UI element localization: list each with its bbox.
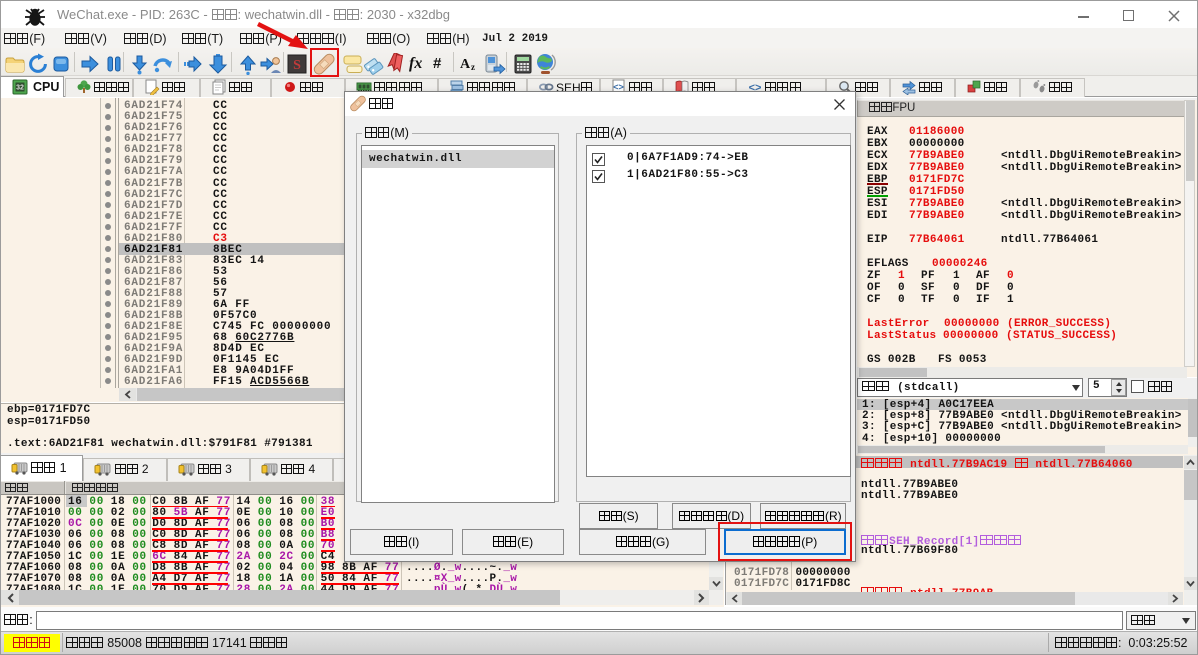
svg-text:fx: fx	[409, 55, 422, 72]
svg-text:#: #	[433, 55, 442, 72]
svg-text:A: A	[460, 57, 471, 72]
svg-text:32: 32	[16, 84, 24, 91]
svg-text:S: S	[293, 58, 301, 73]
svg-text:z: z	[471, 62, 475, 72]
